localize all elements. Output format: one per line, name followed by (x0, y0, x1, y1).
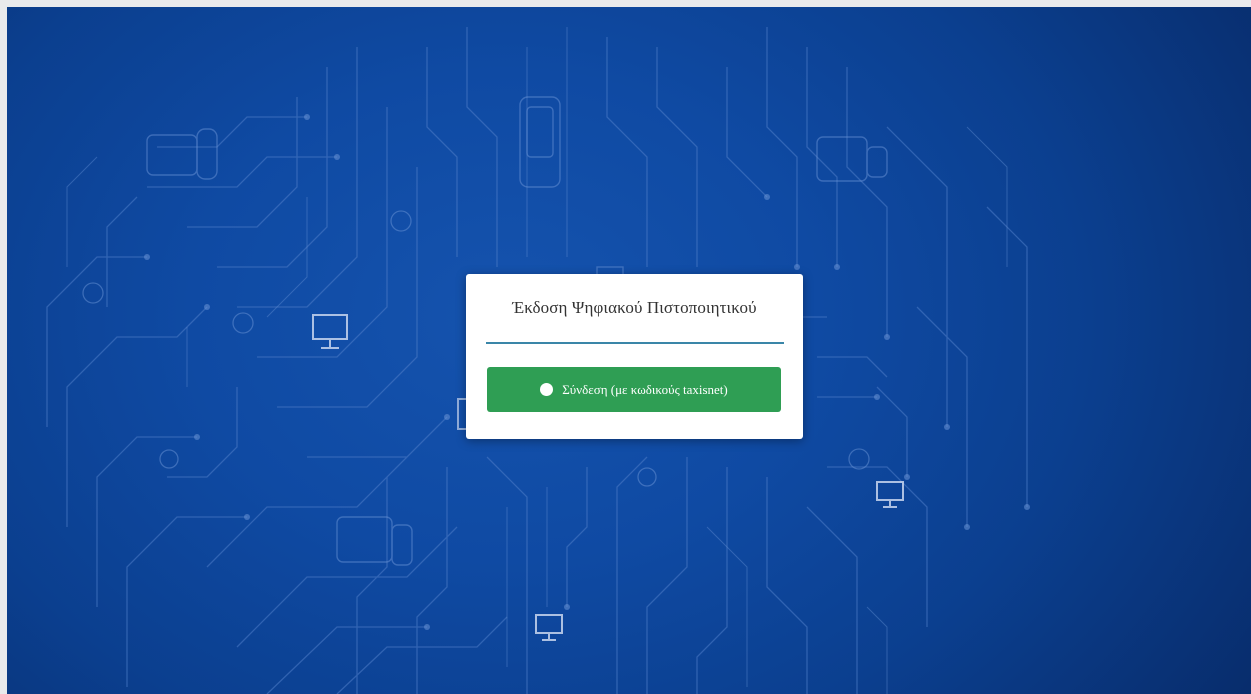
taxisnet-login-button[interactable]: Σύνδεση (με κωδικούς taxisnet) (487, 367, 781, 412)
dialog-title: Έκδοση Ψηφιακού Πιστοποιητικού (512, 298, 757, 317)
certificate-dialog: Έκδοση Ψηφιακού Πιστοποιητικού Σύνδεση (… (466, 274, 803, 439)
title-divider (486, 342, 784, 344)
page-background: Έκδοση Ψηφιακού Πιστοποιητικού Σύνδεση (… (7, 7, 1251, 694)
user-circle-icon (540, 383, 554, 396)
login-button-label: Σύνδεση (με κωδικούς taxisnet) (562, 381, 728, 397)
